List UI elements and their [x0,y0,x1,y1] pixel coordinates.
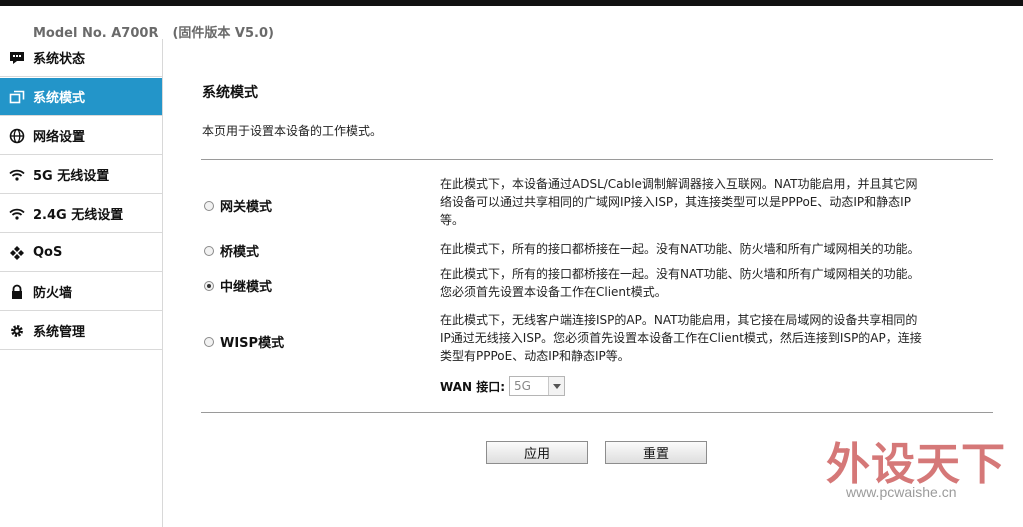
mode-option-bridge[interactable]: 桥模式 [204,241,259,260]
page-description: 本页用于设置本设备的工作模式。 [202,124,383,138]
radio-button-checked[interactable] [204,280,214,291]
mode-description-repeater: 在此模式下，所有的接口都桥接在一起。没有NAT功能、防火墙和所有广域网相关的功能… [440,265,1000,301]
wan-label: WAN 接口: [440,379,506,394]
sidebar-item-firewall[interactable]: 防火墙 [0,273,162,311]
sidebar-item-qos[interactable]: QoS [0,234,162,272]
desc-line: 在此模式下，所有的接口都桥接在一起。没有NAT功能、防火墙和所有广域网相关的功能… [440,242,920,256]
sidebar-item-label: 防火墙 [33,286,73,301]
reset-button[interactable]: 重置 [605,441,707,464]
wan-interface-select[interactable]: 5G [509,376,566,396]
desc-line: 等。 [440,213,465,227]
sidebar-item-label: QoS [33,245,63,260]
wifi-icon [0,156,33,194]
sidebar-item-5g-wireless[interactable]: 5G 无线设置 [0,156,162,194]
wifi-icon [0,195,33,233]
mode-label: 桥模式 [220,245,260,260]
radio-button[interactable] [204,245,214,256]
sidebar: 系统状态 系统模式 网络设置 5G 无线设置 2.4G 无线设置 QoS 防火墙… [0,39,163,527]
lock-icon [0,273,33,311]
sidebar-item-label: 系统状态 [33,52,86,67]
apply-button[interactable]: 应用 [486,441,588,464]
sidebar-item-label: 2.4G 无线设置 [33,208,124,223]
mode-label: WISP模式 [220,336,285,351]
mode-label: 网关模式 [220,200,273,215]
sidebar-item-label: 系统管理 [33,325,86,340]
desc-line: 络设备可以通过共享相同的广域网IP接入ISP，其连接类型可以是PPPoE、动态I… [440,195,911,209]
sidebar-item-system-status[interactable]: 系统状态 [0,39,162,77]
windows-icon [0,78,33,116]
divider-top [201,159,993,160]
chevron-down-icon [548,377,565,395]
mode-description-wisp: 在此模式下，无线客户端连接ISP的AP。NAT功能启用，其它接在局域网的设备共享… [440,311,1000,365]
mode-description-gateway: 在此模式下，本设备通过ADSL/Cable调制解调器接入互联网。NAT功能启用，… [440,175,1000,229]
sidebar-item-24g-wireless[interactable]: 2.4G 无线设置 [0,195,162,233]
desc-line: IP通过无线接入ISP。您必须首先设置本设备工作在Client模式，然后连接到I… [440,331,922,345]
sidebar-item-label: 5G 无线设置 [33,169,110,184]
mode-option-gateway[interactable]: 网关模式 [204,196,272,215]
radio-button[interactable] [204,336,214,347]
radio-button[interactable] [204,200,214,211]
sidebar-item-label: 网络设置 [33,130,86,145]
qos-icon [0,234,33,272]
top-bar [0,0,1023,6]
desc-line: 您必须首先设置本设备工作在Client模式。 [440,285,667,299]
globe-icon [0,117,33,155]
gear-icon [0,312,33,350]
wan-interface-row: WAN 接口: 5G [440,376,566,396]
watermark-url: www.pcwaishe.cn [846,484,957,500]
mode-label: 中继模式 [220,280,273,295]
mode-option-wisp[interactable]: WISP模式 [204,332,284,351]
desc-line: 在此模式下，无线客户端连接ISP的AP。NAT功能启用，其它接在局域网的设备共享… [440,313,918,327]
watermark-text: 外设天下 [826,439,1006,490]
sidebar-item-network-settings[interactable]: 网络设置 [0,117,162,155]
mode-description-bridge: 在此模式下，所有的接口都桥接在一起。没有NAT功能、防火墙和所有广域网相关的功能… [440,240,1000,258]
sidebar-item-label: 系统模式 [33,91,86,106]
divider-bottom [201,412,993,413]
page-title: 系统模式 [202,85,258,101]
desc-line: 在此模式下，本设备通过ADSL/Cable调制解调器接入互联网。NAT功能启用，… [440,177,918,191]
sidebar-item-system-mode[interactable]: 系统模式 [0,78,162,116]
desc-line: 类型有PPPoE、动态IP和静态IP等。 [440,349,630,363]
chat-bubble-icon [0,39,33,77]
wan-selected-value: 5G [514,379,531,393]
sidebar-item-system-management[interactable]: 系统管理 [0,312,162,350]
desc-line: 在此模式下，所有的接口都桥接在一起。没有NAT功能、防火墙和所有广域网相关的功能… [440,267,920,281]
mode-option-repeater[interactable]: 中继模式 [204,276,272,295]
watermark: 外设天下 www.pcwaishe.cn [820,428,1015,508]
